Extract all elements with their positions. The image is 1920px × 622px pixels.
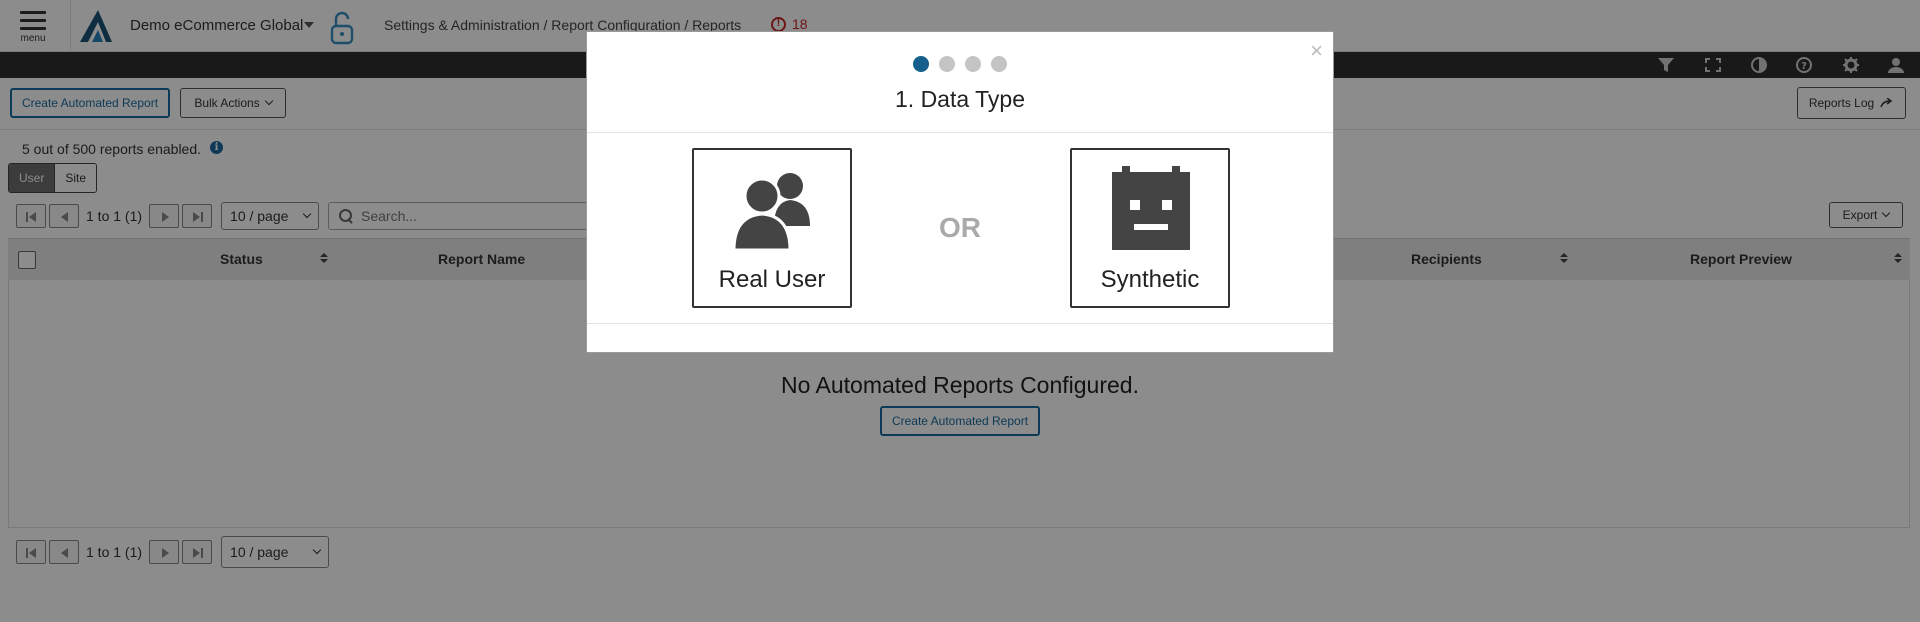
step-indicator — [587, 56, 1333, 72]
data-type-modal: × 1. Data Type Real User OR Synthetic — [586, 31, 1334, 353]
modal-title: 1. Data Type — [895, 86, 1025, 112]
step-dot-4[interactable] — [991, 56, 1007, 72]
synthetic-option[interactable]: Synthetic — [1070, 148, 1230, 308]
step-dot-3[interactable] — [965, 56, 981, 72]
real-user-label: Real User — [718, 266, 826, 293]
synthetic-label: Synthetic — [1100, 266, 1200, 293]
robot-icon — [1112, 166, 1190, 250]
step-dot-1[interactable] — [913, 56, 929, 72]
modal-divider — [587, 132, 1333, 133]
step-dot-2[interactable] — [939, 56, 955, 72]
modal-footer-divider — [587, 323, 1333, 324]
